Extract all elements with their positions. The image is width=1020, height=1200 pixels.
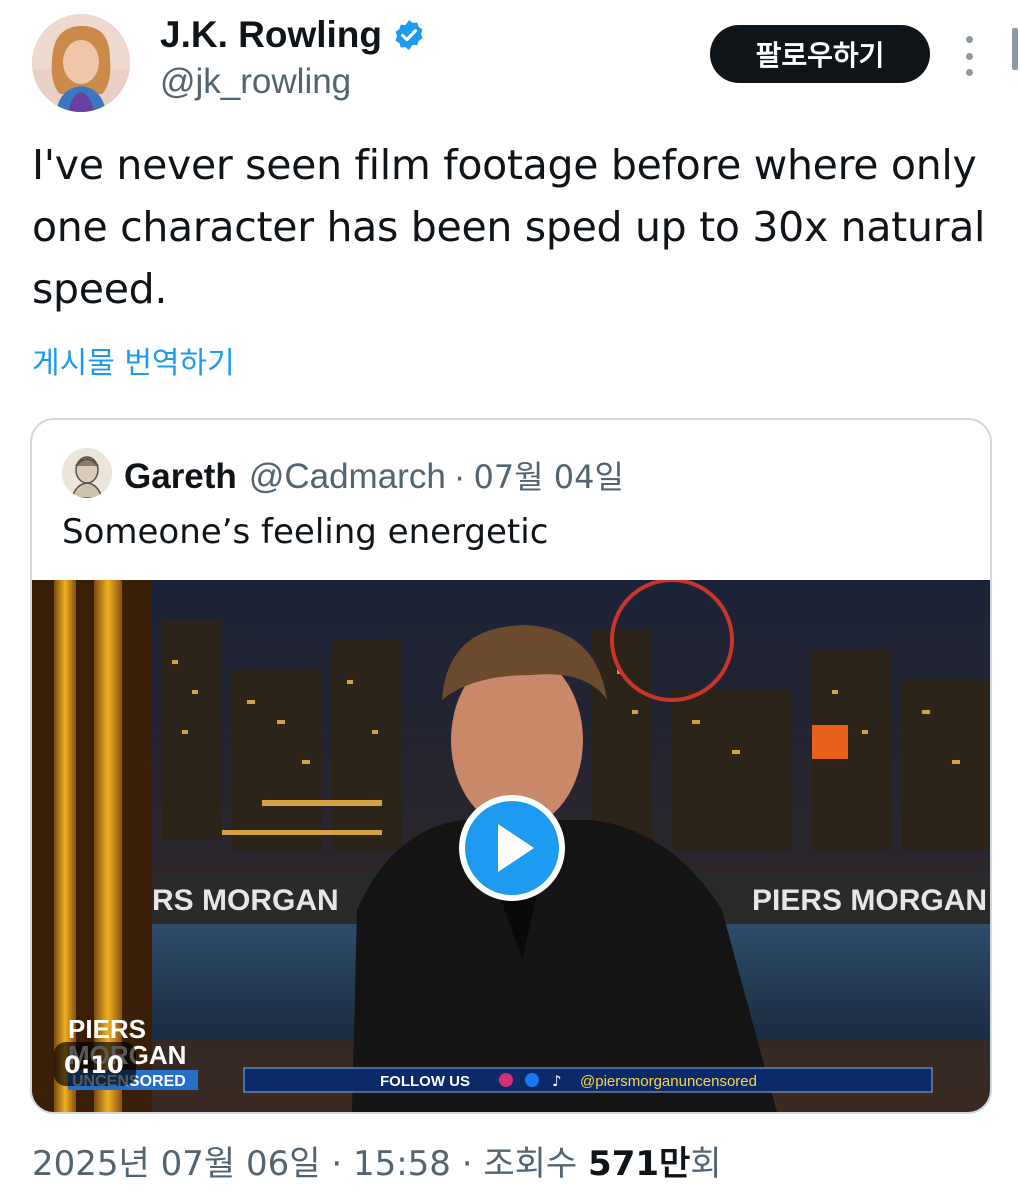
post-time[interactable]: 15:58	[353, 1144, 451, 1184]
author-handle[interactable]: @jk_rowling	[160, 62, 351, 102]
author-avatar[interactable]	[32, 14, 130, 112]
tweet-text: I've never seen film footage before wher…	[32, 141, 986, 313]
quoted-text: Someone’s feeling energetic	[62, 512, 549, 552]
banner-left-text: RS MORGAN	[152, 884, 339, 917]
ticker-handle-text: @piersmorganuncensored	[580, 1073, 757, 1090]
more-options-icon[interactable]	[956, 36, 982, 76]
quoted-tweet-card[interactable]: Gareth @Cadmarch · 07월 04일 Someone’s fee…	[30, 418, 992, 1114]
verified-badge-icon	[392, 18, 426, 52]
ticker-follow-text: FOLLOW US	[380, 1073, 470, 1090]
instagram-icon	[499, 1073, 513, 1087]
scrollbar[interactable]	[1012, 28, 1018, 70]
video-duration: 0:10	[64, 1051, 124, 1079]
meta-separator: ·	[461, 1144, 473, 1184]
play-button-icon[interactable]	[459, 795, 565, 901]
banner-right-text: PIERS MORGAN	[752, 884, 987, 917]
header-separator: ·	[453, 457, 466, 496]
author-display-name[interactable]: J.K. Rowling	[160, 14, 382, 56]
quoted-date: 07월 04일	[473, 458, 624, 496]
tiktok-icon: ♪	[552, 1072, 562, 1090]
post-meta: 2025년 07월 06일 · 15:58 · 조회수 571만회	[32, 1136, 722, 1185]
facebook-icon	[525, 1073, 539, 1087]
translate-post-link[interactable]: 게시물 번역하기	[32, 338, 235, 382]
video-player[interactable]: RS MORGAN PIERS MORGAN PIERS MORGAN UNCE…	[32, 580, 990, 1112]
views-suffix: 회	[690, 1144, 722, 1184]
views-count: 571만	[588, 1144, 691, 1184]
views-label: 조회수	[483, 1144, 578, 1184]
quoted-author-name[interactable]: Gareth	[124, 457, 237, 497]
meta-separator: ·	[331, 1144, 343, 1184]
follow-button[interactable]: 팔로우하기	[710, 25, 930, 83]
post-date[interactable]: 2025년 07월 06일	[32, 1144, 321, 1184]
quoted-author-avatar[interactable]	[62, 448, 112, 498]
quoted-author-handle[interactable]: @Cadmarch	[249, 457, 446, 497]
